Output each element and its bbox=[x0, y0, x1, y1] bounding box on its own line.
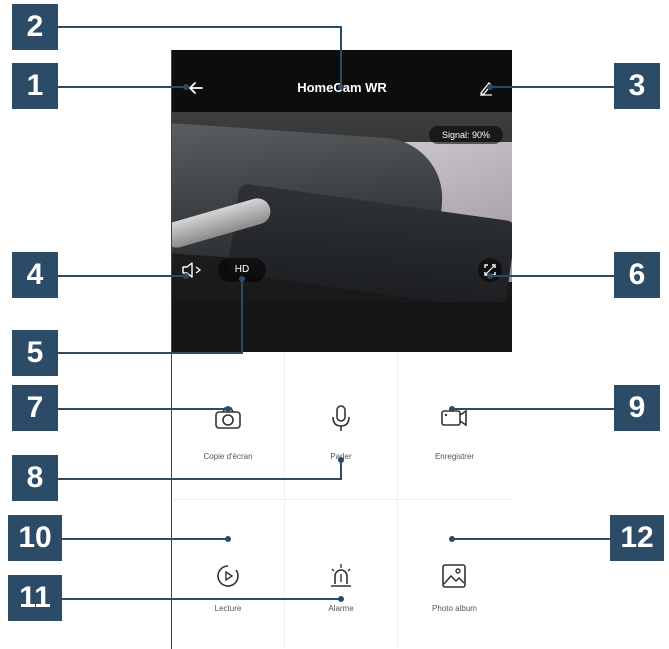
camera-live-view[interactable]: Signal: 90% HD bbox=[172, 112, 512, 352]
playback-label: Lecture bbox=[214, 604, 242, 613]
callout-8: 8 bbox=[12, 455, 58, 501]
callout-line-3 bbox=[490, 86, 618, 88]
record-button[interactable]: Enregistrer bbox=[398, 352, 511, 500]
record-label: Enregistrer bbox=[434, 452, 475, 461]
mute-button[interactable] bbox=[178, 258, 208, 282]
callout-line-8 bbox=[340, 460, 342, 480]
video-bottom-bar bbox=[172, 302, 512, 352]
callout-line-2 bbox=[340, 26, 342, 86]
status-bar bbox=[172, 50, 512, 64]
photo-album-button[interactable]: Photo album bbox=[398, 500, 511, 648]
speaker-mute-icon bbox=[182, 262, 202, 278]
siren-icon bbox=[331, 564, 351, 587]
play-circle-icon bbox=[217, 565, 239, 587]
callout-1: 1 bbox=[12, 63, 58, 109]
callout-10: 10 bbox=[8, 515, 62, 561]
edit-button[interactable] bbox=[474, 78, 498, 98]
callout-line-5 bbox=[241, 279, 243, 354]
callout-dot-9 bbox=[449, 406, 455, 412]
callout-line-4 bbox=[56, 275, 186, 277]
phone-screen: HomeCam WR Signal: 90% HD Copie d'écran … bbox=[172, 50, 512, 649]
callout-line-10 bbox=[62, 538, 228, 540]
callout-dot-8 bbox=[338, 457, 344, 463]
alarm-button[interactable]: Alarme bbox=[285, 500, 398, 648]
app-header: HomeCam WR bbox=[172, 50, 512, 112]
callout-dot-7 bbox=[225, 406, 231, 412]
callout-5: 5 bbox=[12, 330, 58, 376]
callout-11: 11 bbox=[8, 575, 62, 621]
callout-9: 9 bbox=[614, 385, 660, 431]
callout-2: 2 bbox=[12, 4, 58, 50]
playback-button[interactable]: Lecture bbox=[172, 500, 285, 648]
pencil-edit-icon bbox=[480, 81, 492, 97]
callout-dot-6 bbox=[487, 273, 493, 279]
signal-badge: Signal: 90% bbox=[429, 126, 503, 144]
callout-dot-2 bbox=[338, 84, 344, 90]
callout-line-1 bbox=[56, 86, 186, 88]
callout-line-7 bbox=[56, 408, 228, 410]
callout-line-9 bbox=[452, 408, 618, 410]
controls-grid: Copie d'écran Parler Enregistrer Lectu bbox=[172, 352, 512, 649]
callout-7: 7 bbox=[12, 385, 58, 431]
callout-4: 4 bbox=[12, 252, 58, 298]
callout-dot-1 bbox=[183, 84, 189, 90]
callout-12: 12 bbox=[610, 515, 664, 561]
callout-line-5 bbox=[56, 352, 243, 354]
callout-line-12 bbox=[452, 538, 612, 540]
screenshot-label: Copie d'écran bbox=[203, 452, 253, 461]
photo-icon bbox=[442, 564, 466, 588]
callout-dot-5 bbox=[239, 276, 245, 282]
callout-line-8 bbox=[56, 478, 342, 480]
photo-album-label: Photo album bbox=[432, 604, 477, 613]
callout-line-2 bbox=[56, 26, 342, 28]
alarm-label: Alarme bbox=[328, 604, 354, 613]
callout-line-6 bbox=[490, 275, 618, 277]
callout-dot-10 bbox=[225, 536, 231, 542]
callout-line-11 bbox=[62, 598, 342, 600]
callout-dot-12 bbox=[449, 536, 455, 542]
callout-dot-4 bbox=[183, 273, 189, 279]
microphone-icon bbox=[332, 405, 350, 431]
callout-dot-3 bbox=[487, 84, 493, 90]
callout-6: 6 bbox=[614, 252, 660, 298]
callout-dot-11 bbox=[338, 596, 344, 602]
callout-3: 3 bbox=[614, 63, 660, 109]
